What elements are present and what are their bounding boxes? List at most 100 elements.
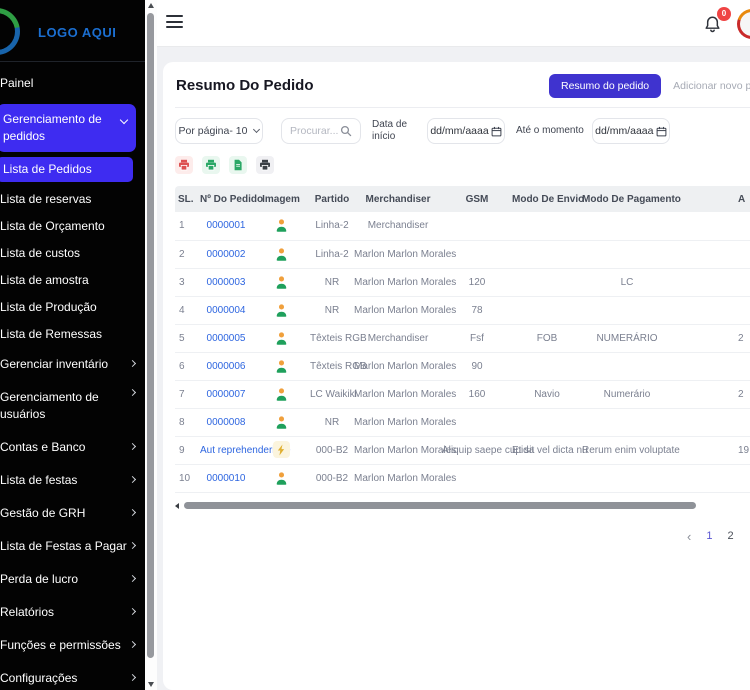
sidebar-item-gerenciamento-de-usuarios[interactable]: Gerenciamento de usuários: [0, 381, 145, 431]
export-csv-button[interactable]: [202, 156, 220, 174]
date-end-input[interactable]: dd/mm/aaaa: [592, 118, 670, 144]
horizontal-scrollbar[interactable]: [175, 502, 750, 510]
export-excel-button[interactable]: [229, 156, 247, 174]
cell-merchandiser: Marlon Marlon Morales: [354, 268, 442, 296]
scroll-down-arrow-icon[interactable]: [148, 682, 154, 687]
cell-gsm: Fsf: [442, 324, 512, 352]
pagination-prev-button[interactable]: ‹: [687, 531, 691, 542]
print-button[interactable]: [256, 156, 274, 174]
cell-partido: NR: [310, 268, 354, 296]
sidebar-item-label: Lista de festas: [0, 473, 77, 487]
sidebar-item-lista-de-festas[interactable]: Lista de festas: [0, 464, 145, 497]
cell-merchandiser: Marlon Marlon Morales: [354, 408, 442, 436]
search-input[interactable]: Procurar...: [281, 118, 361, 144]
sidebar-item-lista-de-orcamento[interactable]: Lista de Orçamento: [0, 213, 145, 240]
table-row: 10000001Linha-2Merchandiser: [175, 212, 750, 240]
sidebar-item-lista-de-pedidos[interactable]: Lista de Pedidos: [0, 157, 133, 182]
sidebar-item-lista-de-producao[interactable]: Lista de Produção: [0, 294, 145, 321]
sidebar-item-label: Lista de Remessas: [0, 327, 102, 341]
table-row: 80000008NRMarlon Marlon Morales: [175, 408, 750, 436]
horizontal-scrollbar-thumb[interactable]: [184, 502, 696, 509]
sidebar-item-perda-de-lucro[interactable]: Perda de lucro: [0, 563, 145, 596]
cell-extra: [672, 268, 750, 296]
sidebar-item-gerenciamento-de-pedidos[interactable]: Gerenciamento de pedidos: [0, 104, 136, 152]
order-link[interactable]: 0000001: [207, 220, 246, 231]
sidebar-item-lista-de-custos[interactable]: Lista de custos: [0, 240, 145, 267]
chevron-right-icon: [129, 607, 136, 614]
pagination-page-1[interactable]: 1: [706, 530, 712, 542]
sidebar-item-lista-de-remessas[interactable]: Lista de Remessas: [0, 321, 145, 348]
column-header-modo-de-envio: Modo De Envio: [512, 186, 582, 212]
sidebar-item-lista-de-amostra[interactable]: Lista de amostra: [0, 267, 145, 294]
cell-extra: 2: [672, 324, 750, 352]
cell-merchandiser: Marlon Marlon Morales: [354, 240, 442, 268]
person-avatar-icon: [274, 331, 289, 346]
sidebar-item-relatorios[interactable]: Relatórios: [0, 596, 145, 629]
hamburger-menu-icon[interactable]: [166, 15, 183, 32]
cell-pedido: Aut reprehenderit ve: [200, 436, 252, 464]
tab-adicionar-novo-pedido[interactable]: Adicionar novo pedido: [661, 74, 750, 98]
cell-sl: 4: [175, 296, 200, 324]
date-start-value: dd/mm/aaaa: [430, 125, 488, 137]
cell-merchandiser: Marlon Marlon Morales: [354, 380, 442, 408]
cell-gsm: Aliquip saepe cupida: [442, 436, 512, 464]
cell-pedido: 0000005: [200, 324, 252, 352]
person-avatar-icon: [274, 303, 289, 318]
sidebar-item-label: Lista de Pedidos: [3, 162, 92, 176]
sidebar-item-gestao-de-grh[interactable]: Gestão de GRH: [0, 497, 145, 530]
sidebar: LOGO AQUI Painel Gerenciamento de pedidos…: [0, 0, 145, 690]
broken-image-icon: [273, 441, 290, 458]
cell-pagamento: NUMERÁRIO: [582, 324, 672, 352]
order-link[interactable]: 0000005: [207, 333, 246, 344]
export-pdf-button[interactable]: [175, 156, 193, 174]
pagination-page-2[interactable]: 2: [727, 530, 733, 542]
chevron-right-icon: [129, 359, 136, 366]
cell-imagem: [252, 464, 310, 492]
sidebar-item-lista-de-festas-a-pagar[interactable]: Lista de Festas a Pagar: [0, 530, 145, 563]
order-link[interactable]: 0000010: [207, 473, 246, 484]
sidebar-item-lista-de-reservas[interactable]: Lista de reservas: [0, 186, 145, 213]
sidebar-item-contas-e-banco[interactable]: Contas e Banco: [0, 431, 145, 464]
table-row: 40000004NRMarlon Marlon Morales78: [175, 296, 750, 324]
cell-pedido: 0000001: [200, 212, 252, 240]
date-start-input[interactable]: dd/mm/aaaa: [427, 118, 505, 144]
per-page-select[interactable]: Por página- 10: [175, 118, 263, 144]
sidebar-item-painel[interactable]: Painel: [0, 70, 145, 97]
order-link[interactable]: 0000008: [207, 417, 246, 428]
sidebar-logo-row: LOGO AQUI: [0, 0, 145, 62]
date-start-label: Data de início: [372, 119, 420, 143]
tab-resumo-do-pedido[interactable]: Resumo do pedido: [549, 74, 661, 98]
order-link[interactable]: 0000003: [207, 277, 246, 288]
person-avatar-icon: [274, 247, 289, 262]
calendar-icon: [491, 126, 502, 137]
sidebar-scrollbar[interactable]: [145, 0, 157, 690]
sidebar-scrollbar-thumb[interactable]: [147, 13, 154, 658]
order-link[interactable]: 0000002: [207, 249, 246, 260]
scroll-left-arrow-icon[interactable]: [175, 503, 179, 509]
notifications-button[interactable]: 0: [702, 13, 724, 37]
sidebar-item-configuracoes[interactable]: Configurações: [0, 662, 145, 690]
order-link[interactable]: 0000007: [207, 389, 246, 400]
user-avatar[interactable]: [737, 9, 750, 39]
scroll-up-arrow-icon[interactable]: [148, 3, 154, 8]
cell-extra: 19: [672, 436, 750, 464]
printer-icon: [205, 159, 217, 171]
sidebar-item-label: Lista de Orçamento: [0, 219, 105, 233]
order-link[interactable]: 0000006: [207, 361, 246, 372]
chevron-right-icon: [129, 389, 136, 396]
table-row: 9Aut reprehenderit ve000-B2Marlon Marlon…: [175, 436, 750, 464]
cell-pedido: 0000008: [200, 408, 252, 436]
chevron-right-icon: [129, 541, 136, 548]
cell-pedido: 0000003: [200, 268, 252, 296]
sidebar-item-label: Gerenciamento de pedidos: [3, 112, 102, 143]
order-link[interactable]: 0000004: [207, 305, 246, 316]
cell-partido: 000-B2: [310, 436, 354, 464]
cell-merchandiser: Marlon Marlon Morales: [354, 296, 442, 324]
sidebar-item-funcoes-e-permissoes[interactable]: Funções e permissões: [0, 629, 145, 662]
cell-sl: 8: [175, 408, 200, 436]
cell-imagem: [252, 212, 310, 240]
person-avatar-icon: [274, 359, 289, 374]
sidebar-item-gerenciar-inventario[interactable]: Gerenciar inventário: [0, 348, 145, 381]
cell-pedido: 0000002: [200, 240, 252, 268]
cell-sl: 7: [175, 380, 200, 408]
